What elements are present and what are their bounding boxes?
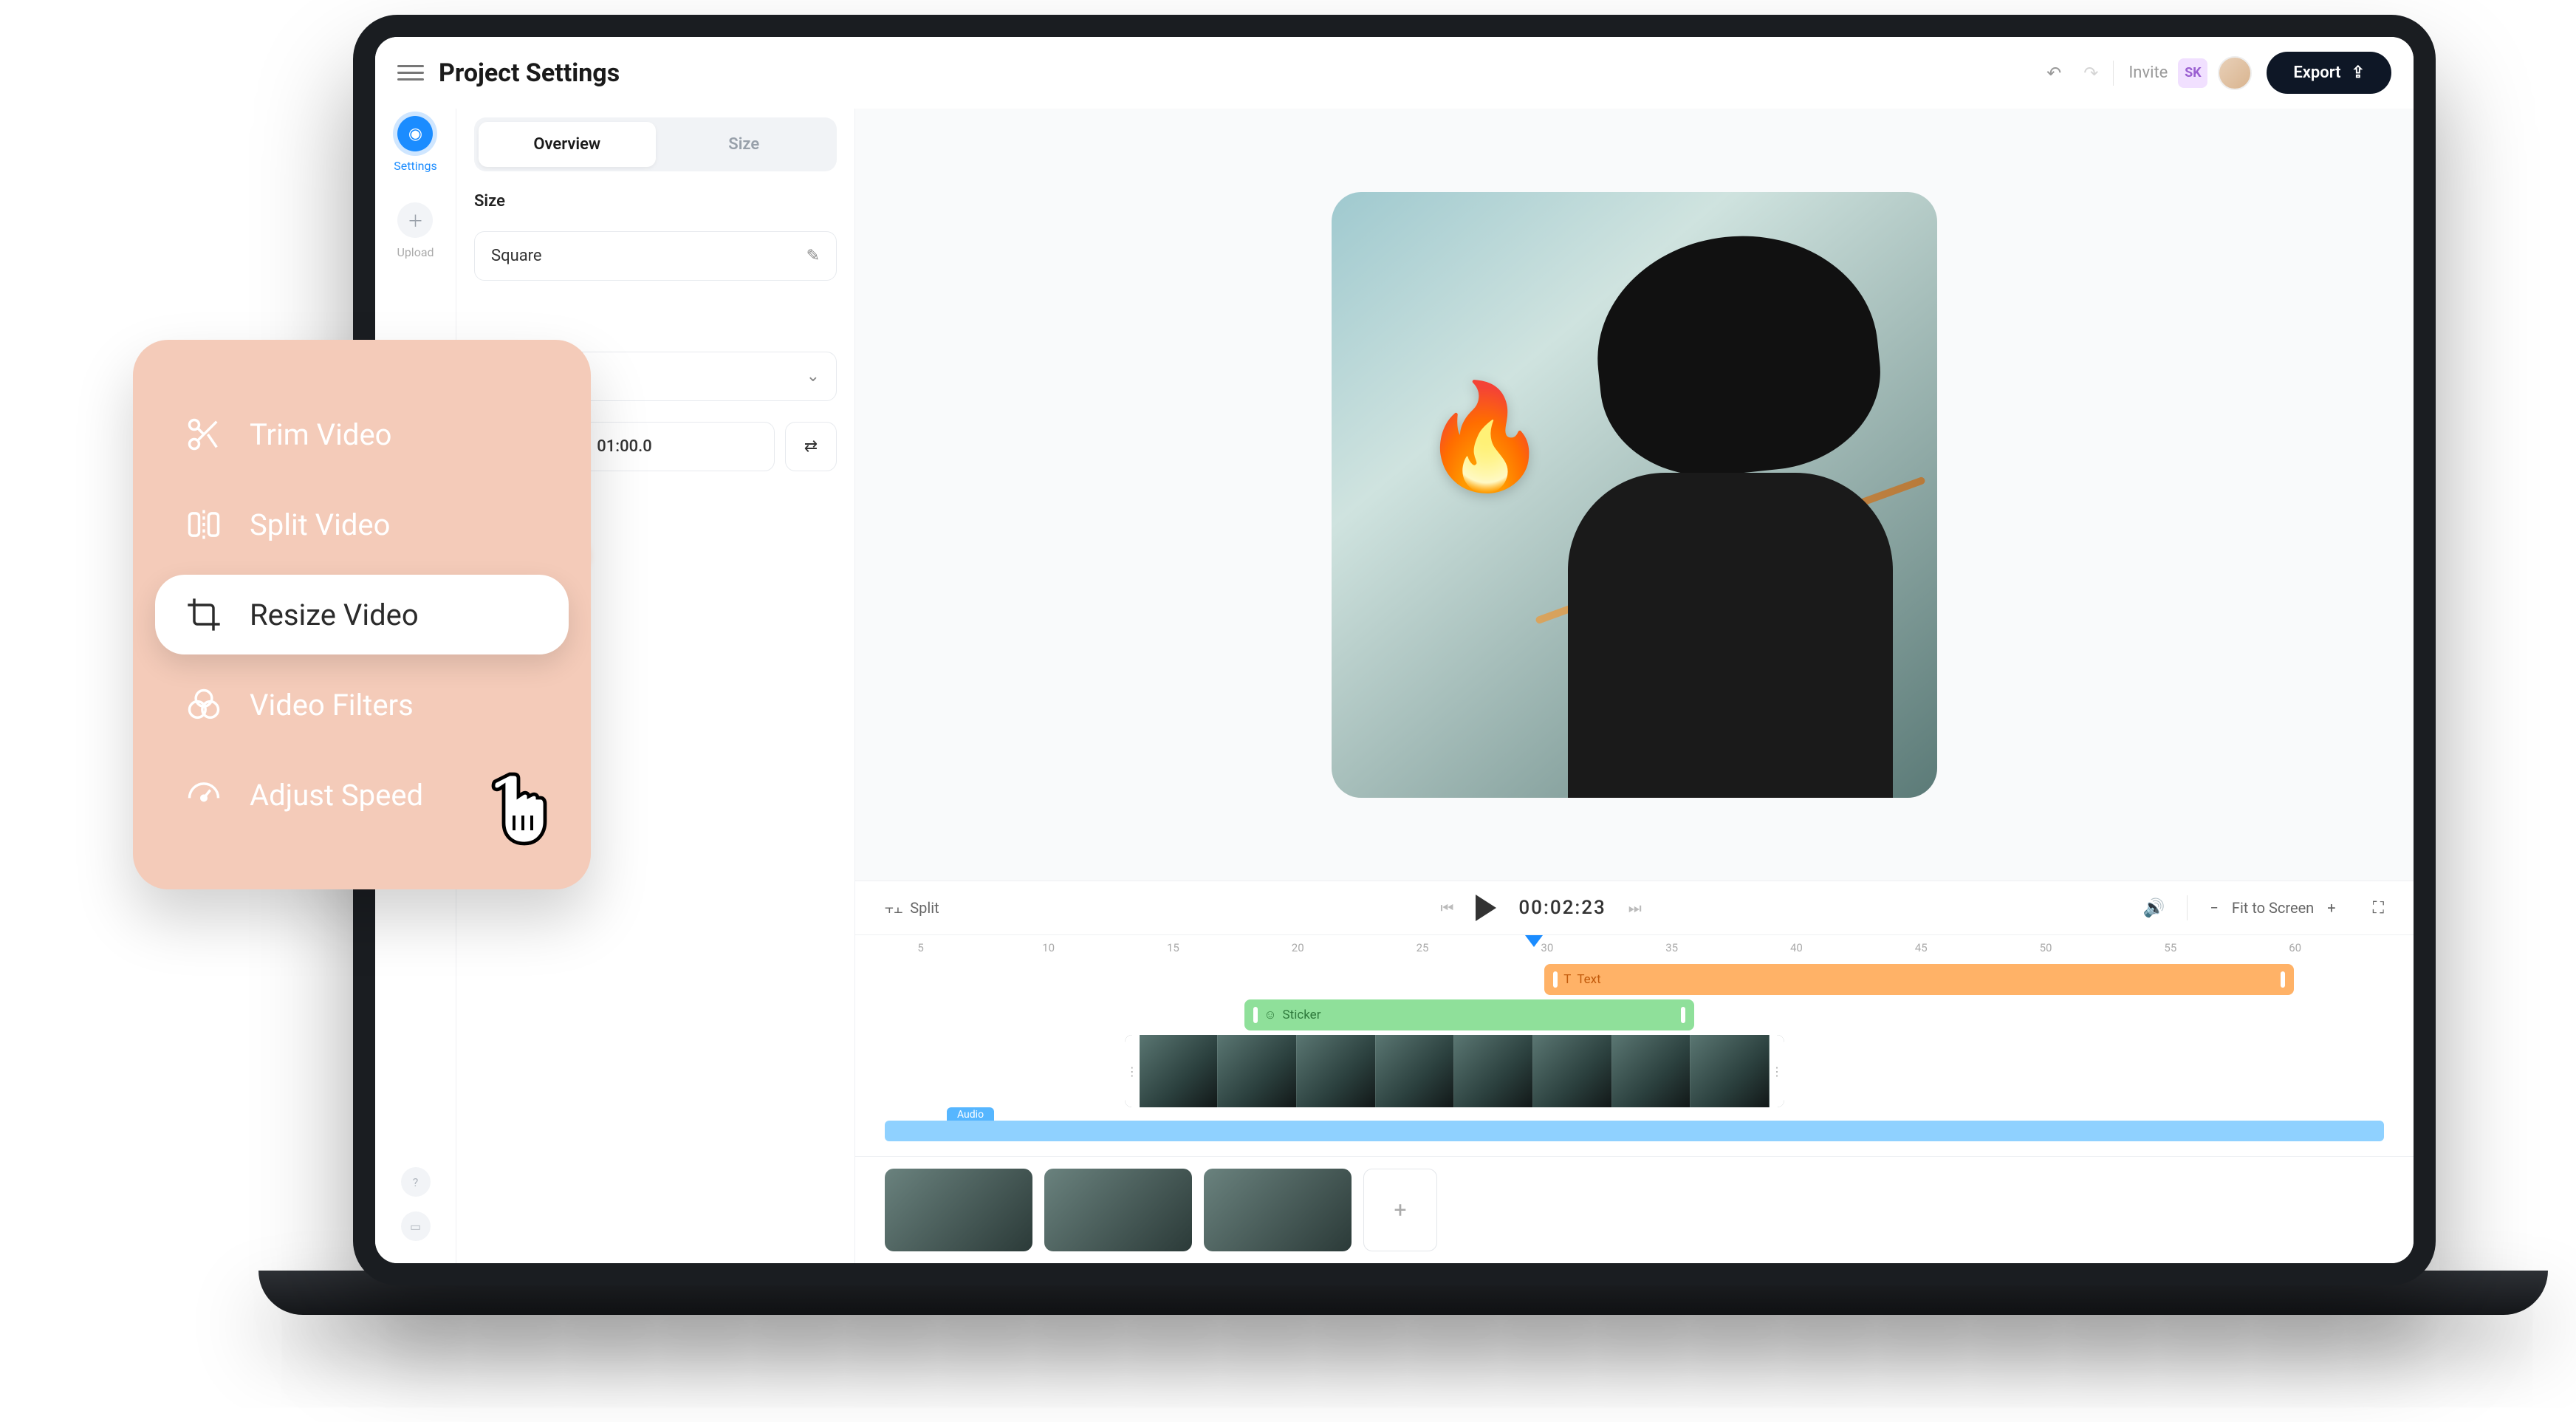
size-field[interactable]: Square ✎	[474, 231, 837, 281]
scissors-icon	[185, 415, 223, 454]
cross-necklace-icon: ✝	[1745, 561, 1780, 610]
plus-icon: ＋	[397, 202, 433, 238]
play-button[interactable]	[1476, 895, 1496, 921]
pencil-icon: ✎	[806, 247, 820, 265]
fire-sticker[interactable]: 🔥	[1420, 377, 1549, 498]
zoom-out-button[interactable]: −	[2210, 899, 2218, 917]
next-button[interactable]: ⏭	[1628, 899, 1642, 917]
preview-canvas[interactable]: ✝ 🔥	[855, 109, 2414, 881]
rail-upload[interactable]: ＋ Upload	[397, 202, 434, 259]
timeline-ruler[interactable]: 5 10 15 20 25 30 35 40 45 50 55 60	[855, 934, 2414, 964]
chevron-down-icon: ⌄	[806, 367, 820, 386]
fit-button[interactable]: Fit to Screen	[2232, 899, 2314, 917]
size-label: Size	[474, 192, 837, 211]
menu-button[interactable]	[397, 60, 424, 86]
page-title: Project Settings	[439, 58, 620, 88]
text-clip[interactable]: TText	[1544, 964, 2294, 995]
invite-badge[interactable]: SK	[2178, 58, 2207, 88]
gauge-icon	[185, 776, 223, 814]
crop-icon	[185, 595, 223, 634]
audio-label: Audio	[947, 1107, 994, 1122]
tab-size[interactable]: Size	[656, 122, 833, 167]
video-clip[interactable]: ⋮ ⋮	[1125, 1035, 1784, 1107]
upload-icon: ⇪	[2351, 64, 2365, 82]
chat-button[interactable]: ▭	[401, 1211, 431, 1241]
feature-resize[interactable]: Resize Video	[155, 575, 569, 654]
target-icon: ◉	[397, 116, 433, 151]
feature-split[interactable]: Split Video	[155, 485, 569, 564]
media-thumb[interactable]	[1204, 1169, 1352, 1251]
split-icon	[185, 505, 223, 544]
fullscreen-button[interactable]: ⛶	[2373, 899, 2384, 917]
media-thumb[interactable]	[1044, 1169, 1192, 1251]
sticker-clip[interactable]: ☺Sticker	[1244, 999, 1694, 1030]
undo-button[interactable]: ↶	[2046, 63, 2061, 83]
pointer-cursor-icon	[487, 768, 561, 850]
feature-trim[interactable]: Trim Video	[155, 394, 569, 474]
user-avatar[interactable]	[2218, 56, 2252, 90]
volume-button[interactable]: 🔊	[2143, 898, 2165, 918]
swap-button[interactable]: ⇄	[785, 422, 837, 471]
timecode: 00:02:23	[1518, 897, 1606, 919]
feature-filters[interactable]: Video Filters	[155, 665, 569, 745]
export-button[interactable]: Export ⇪	[2267, 52, 2391, 94]
help-button[interactable]: ?	[401, 1167, 431, 1197]
prev-button[interactable]: ⏮	[1440, 899, 1453, 917]
split-icon: ⫟⫠	[885, 899, 902, 917]
invite-label[interactable]: Invite	[2128, 64, 2168, 82]
playhead[interactable]	[1525, 935, 1543, 947]
add-media-button[interactable]: +	[1363, 1169, 1437, 1251]
redo-button[interactable]: ↷	[2083, 63, 2098, 83]
split-button[interactable]: Split	[910, 899, 939, 917]
rail-settings[interactable]: ◉ Settings	[394, 116, 436, 173]
tab-overview[interactable]: Overview	[479, 122, 656, 167]
audio-clip[interactable]	[885, 1121, 2384, 1141]
media-bin: +	[855, 1156, 2414, 1263]
filters-icon	[185, 686, 223, 724]
media-thumb[interactable]	[885, 1169, 1032, 1251]
zoom-in-button[interactable]: +	[2327, 899, 2335, 917]
